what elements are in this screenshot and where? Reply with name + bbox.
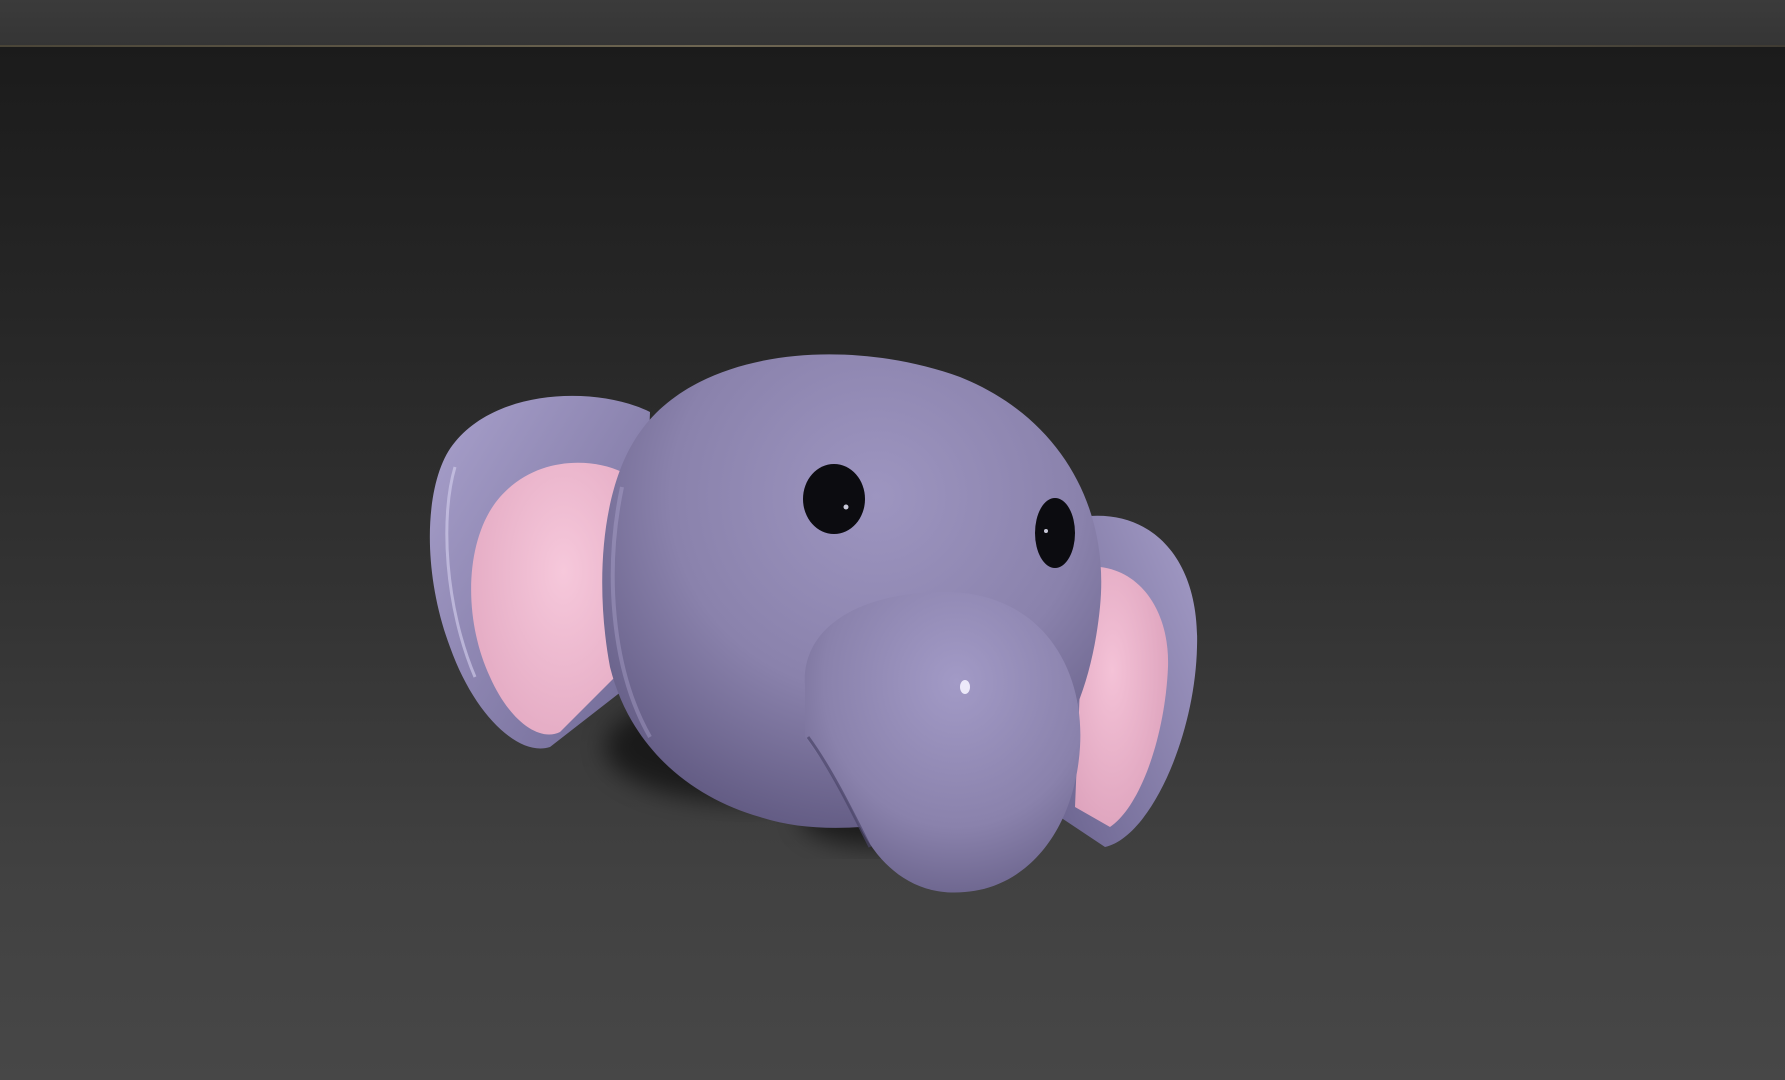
left-eye[interactable] (803, 464, 865, 534)
trunk-specular (960, 680, 970, 694)
elephant-trunk[interactable] (804, 592, 1081, 893)
viewport-canvas[interactable] (0, 47, 1785, 1080)
right-eye[interactable] (1035, 498, 1075, 568)
app-window (0, 0, 1785, 1080)
top-toolbar (0, 0, 1785, 45)
3d-viewport[interactable] (0, 47, 1785, 1080)
